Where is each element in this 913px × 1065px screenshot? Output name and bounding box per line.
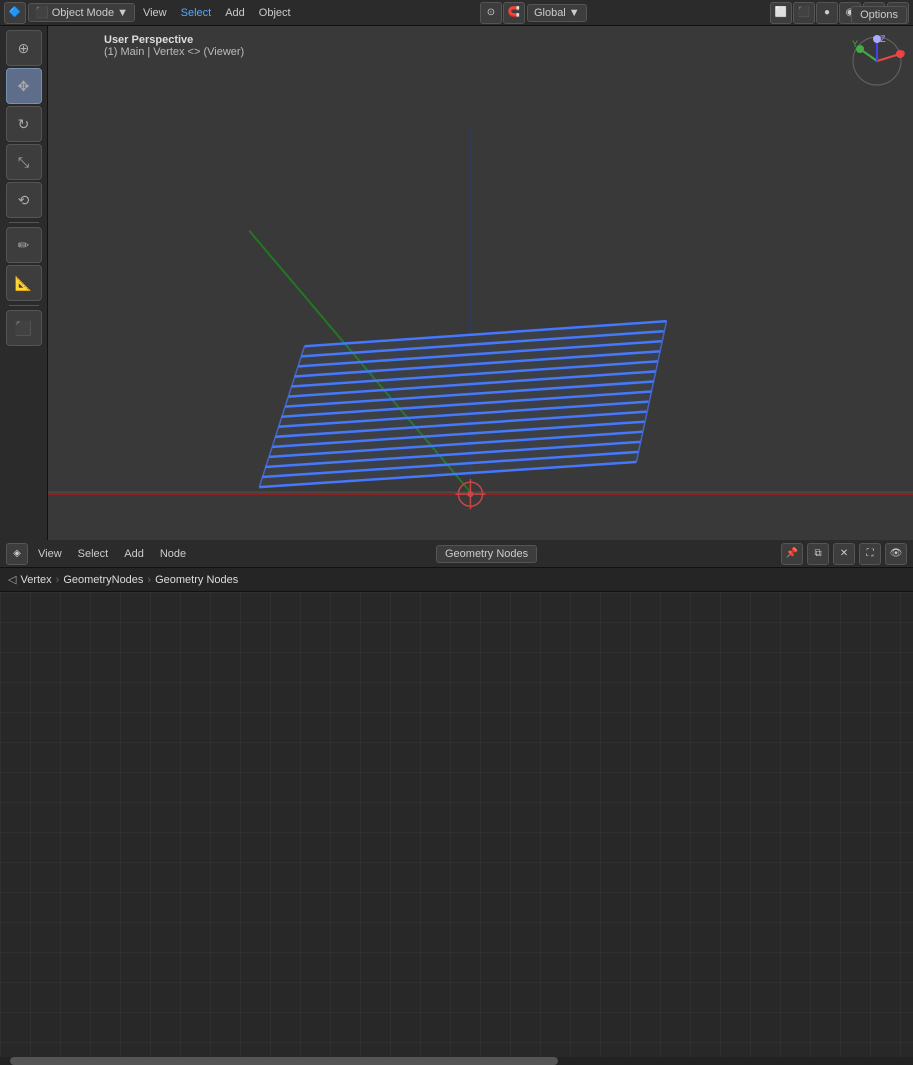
ne-snap-icon[interactable]: ⛶ <box>859 543 881 565</box>
add-cube-tool[interactable]: ⬛ <box>6 310 42 346</box>
menu-add[interactable]: Add <box>219 5 251 21</box>
breadcrumb: ◁ Vertex › GeometryNodes › Geometry Node… <box>0 568 913 592</box>
ne-menu-view[interactable]: View <box>32 546 68 562</box>
axis-svg: X Y Z <box>850 34 905 89</box>
material-mode-icon[interactable]: ● <box>816 2 838 24</box>
menu-object[interactable]: Object <box>253 5 297 21</box>
node-canvas[interactable]: ▾ Multiply Value Multiply Clamp V <box>0 592 913 1065</box>
viewport-canvas[interactable]: User Perspective (1) Main | Vertex <> (V… <box>48 26 913 566</box>
ne-title: Geometry Nodes <box>436 545 537 563</box>
toolbar-separator-1 <box>9 222 39 223</box>
ne-menu-node[interactable]: Node <box>154 546 192 562</box>
mode-selector[interactable]: ⬛ Object Mode ▼ <box>28 3 135 22</box>
viewport-icons: ⬜ ⬛ ● ◉ <box>770 2 861 24</box>
move-tool[interactable]: ✥ <box>6 68 42 104</box>
rotate-tool[interactable]: ↻ <box>6 106 42 142</box>
options-button[interactable]: Options <box>851 6 907 24</box>
blender-icon[interactable]: 🔷 <box>4 2 26 24</box>
transform-tool[interactable]: ⟲ <box>6 182 42 218</box>
cursor-tool[interactable]: ⊕ <box>6 30 42 66</box>
bc-geometry-nodes[interactable]: Geometry Nodes <box>155 574 238 586</box>
scrollbar-thumb[interactable] <box>10 1057 558 1065</box>
left-toolbar: ⊕ ✥ ↻ ⤡ ⟲ ✏ 📐 ⬛ <box>0 26 48 566</box>
ne-menu-select[interactable]: Select <box>72 546 115 562</box>
global-label: Global <box>534 7 566 19</box>
node-editor-header: ◈ View Select Add Node Geometry Nodes 📌 … <box>0 540 913 568</box>
ne-copy-icon[interactable]: ⧉ <box>807 543 829 565</box>
mode-label: Object Mode <box>52 7 114 19</box>
top-menubar: 🔷 ⬛ Object Mode ▼ View Select Add Object… <box>0 0 913 26</box>
node-editor-type-icon[interactable]: ◈ <box>6 543 28 565</box>
ne-menu-add[interactable]: Add <box>118 546 150 562</box>
render-mode-icon[interactable]: ⬜ <box>770 2 792 24</box>
transform-selector[interactable]: Global ▼ <box>527 4 587 22</box>
geometry-svg <box>48 26 913 566</box>
connections-svg <box>0 592 913 1065</box>
ne-pin-icon[interactable]: 📌 <box>781 543 803 565</box>
ne-overlay-icon[interactable]: 👁 <box>885 543 907 565</box>
proportional-edit-icon[interactable]: ⊙ <box>480 2 502 24</box>
node-scrollbar[interactable] <box>0 1057 913 1065</box>
mode-icon: ⬛ <box>35 6 49 19</box>
snap-icons: ⊙ 🧲 <box>480 2 525 24</box>
axis-widget[interactable]: X Y Z <box>850 34 905 89</box>
ne-back-icon[interactable]: ◁ <box>8 573 16 586</box>
svg-text:Y: Y <box>852 39 858 49</box>
node-editor: ◈ View Select Add Node Geometry Nodes 📌 … <box>0 540 913 1065</box>
annotate-tool[interactable]: ✏ <box>6 227 42 263</box>
menu-select[interactable]: Select <box>175 5 218 21</box>
mode-chevron: ▼ <box>117 7 128 19</box>
menu-view[interactable]: View <box>137 5 173 21</box>
toolbar-separator-2 <box>9 305 39 306</box>
solid-mode-icon[interactable]: ⬛ <box>793 2 815 24</box>
origin-crosshair <box>455 479 485 509</box>
viewport-3d[interactable]: ⊕ ✥ ↻ ⤡ ⟲ ✏ 📐 ⬛ User Perspective (1) Mai… <box>0 26 913 566</box>
measure-tool[interactable]: 📐 <box>6 265 42 301</box>
ne-close-icon[interactable]: ✕ <box>833 543 855 565</box>
snap-icon[interactable]: 🧲 <box>503 2 525 24</box>
svg-text:Z: Z <box>880 34 886 44</box>
bc-geonodes[interactable]: GeometryNodes <box>63 574 143 586</box>
bc-vertex[interactable]: Vertex <box>20 574 51 586</box>
scale-tool[interactable]: ⤡ <box>6 144 42 180</box>
svg-text:X: X <box>902 49 905 59</box>
global-chevron: ▼ <box>569 7 580 19</box>
